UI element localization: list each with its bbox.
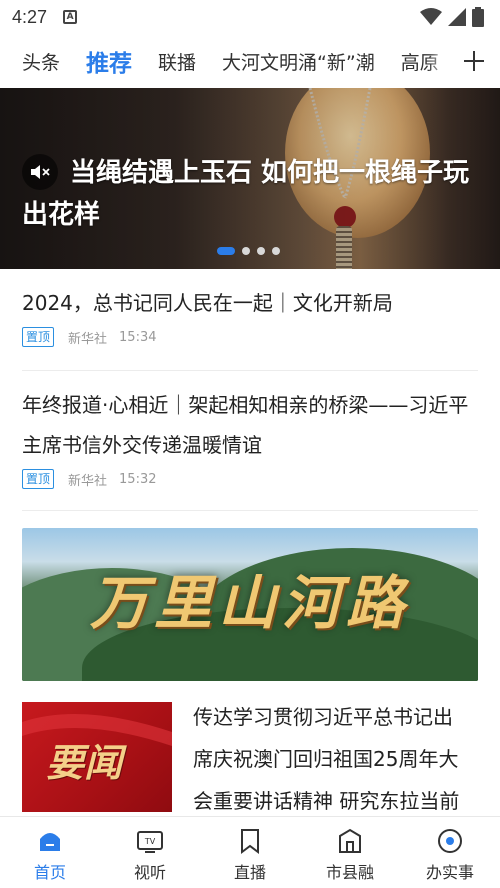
pinned-badge: 置顶 xyxy=(22,469,55,489)
service-icon xyxy=(435,827,465,855)
battery-icon xyxy=(472,7,484,27)
nav-live[interactable]: 直播 xyxy=(200,817,300,888)
news-source: 新华社 xyxy=(68,473,108,489)
news-title: 2024，总书记同人民在一起｜文化开新局 xyxy=(22,291,393,315)
signal-icon xyxy=(448,8,466,26)
news-thumbnail[interactable]: 要闻 xyxy=(22,702,172,812)
plus-icon xyxy=(464,51,484,71)
home-icon xyxy=(35,827,65,855)
nav-label: 视听 xyxy=(133,863,166,882)
bookmark-icon xyxy=(235,827,265,855)
news-title: 年终报道·心相近｜架起相知相亲的桥梁——习近平主席书信外交传递温暖情谊 xyxy=(22,393,469,457)
bottom-nav: 首页 TV 视听 直播 市县融 办实事 xyxy=(0,816,500,888)
building-icon xyxy=(335,827,365,855)
status-icons xyxy=(420,7,484,27)
news-meta: 置顶 新华社 15:32 xyxy=(22,469,478,489)
news-source: 新华社 xyxy=(68,331,108,347)
tab-gaoyuan[interactable]: 高原 xyxy=(401,48,439,75)
divider xyxy=(22,370,478,371)
tab-tuijian[interactable]: 推荐 xyxy=(86,44,132,78)
pinned-badge: 置顶 xyxy=(22,327,55,347)
add-channel-button[interactable] xyxy=(448,38,500,84)
nav-home[interactable]: 首页 xyxy=(0,817,100,888)
nav-label: 直播 xyxy=(233,863,266,882)
carousel-dot-1[interactable] xyxy=(217,247,235,255)
hero-title: 当绳结遇上玉石 如何把一根绳子玩出花样 xyxy=(22,158,470,230)
news-time: 15:34 xyxy=(119,329,157,345)
status-time: 4:27 xyxy=(12,6,48,27)
news-item-2[interactable]: 年终报道·心相近｜架起相知相亲的桥梁——习近平主席书信外交传递温暖情谊 置顶 新… xyxy=(22,385,478,489)
tab-lianbo[interactable]: 联播 xyxy=(158,48,196,75)
news-meta: 置顶 新华社 15:34 xyxy=(22,327,478,347)
channel-tabs: 头条 推荐 联播 大河文明涌“新”潮 高原 xyxy=(0,38,500,84)
tab-toutiao[interactable]: 头条 xyxy=(22,48,60,75)
mute-icon xyxy=(31,165,50,179)
nav-county[interactable]: 市县融 xyxy=(300,817,400,888)
nav-label: 办实事 xyxy=(425,863,474,882)
wifi-icon xyxy=(420,8,442,25)
status-bar: 4:27 A xyxy=(0,0,500,34)
carousel-dot-3[interactable] xyxy=(257,247,265,255)
nav-label: 市县融 xyxy=(325,863,374,882)
carousel-dot-2[interactable] xyxy=(242,247,250,255)
nav-video[interactable]: TV 视听 xyxy=(100,817,200,888)
nav-service[interactable]: 办实事 xyxy=(400,817,500,888)
news-time: 15:32 xyxy=(119,471,157,487)
carousel-dots xyxy=(217,247,280,255)
carousel-dot-4[interactable] xyxy=(272,247,280,255)
thumbnail-label: 要闻 xyxy=(46,740,123,785)
feature-title: 万里山河路 xyxy=(89,569,410,637)
news-item-1[interactable]: 2024，总书记同人民在一起｜文化开新局 置顶 新华社 15:34 xyxy=(22,283,478,347)
svg-text:TV: TV xyxy=(144,837,156,846)
tab-dahe[interactable]: 大河文明涌“新”潮 xyxy=(222,48,375,75)
a-icon: A xyxy=(63,10,78,24)
divider xyxy=(22,510,478,511)
hero-banner[interactable]: 当绳结遇上玉石 如何把一根绳子玩出花样 xyxy=(0,88,500,269)
nav-label: 首页 xyxy=(33,863,66,882)
mute-button[interactable] xyxy=(22,154,58,190)
tv-icon: TV xyxy=(135,827,165,855)
feature-image-card[interactable]: 万里山河路 xyxy=(22,528,478,681)
